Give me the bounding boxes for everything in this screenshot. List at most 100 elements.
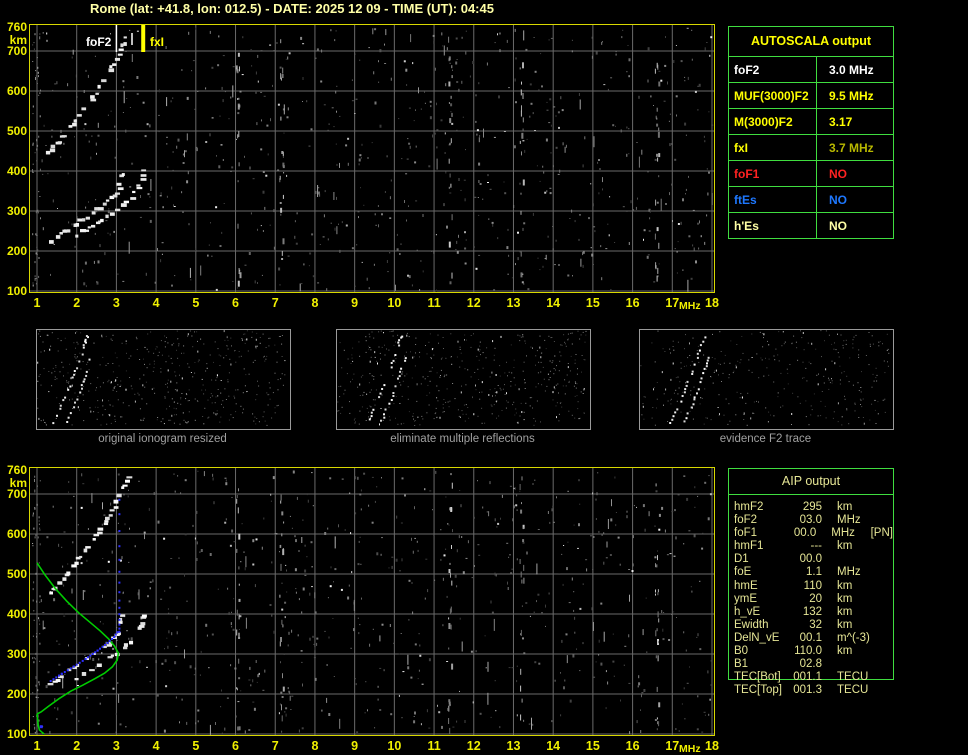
x-axis-tick-14: 14 <box>546 739 561 753</box>
autoscala-param-label: M(3000)F2 <box>729 109 817 134</box>
aip-row-foe: foE 1.1 MHz <box>729 566 893 579</box>
page-title: Rome (lat: +41.8, lon: 012.5) - DATE: 20… <box>90 1 494 16</box>
autoscala-row-hes: h'Es NO <box>729 212 893 238</box>
aip-cell: foE <box>734 566 752 579</box>
x-axis-tick-5: 5 <box>192 739 200 753</box>
aip-row-hve: h_vE 132 km <box>729 606 893 619</box>
x-axis-tick-6: 6 <box>232 739 239 753</box>
y-axis-tick-200: 200 <box>6 244 27 258</box>
aip-cell <box>837 658 877 671</box>
aip-cell: km <box>837 645 853 658</box>
aip-cell: 00.0 <box>799 553 822 566</box>
aip-cell: hmE <box>734 579 758 592</box>
y-axis-unit-km: km <box>9 33 27 47</box>
thumbnail-eliminate-reflections <box>336 329 591 430</box>
aip-cell: DelN_vE <box>734 631 780 644</box>
x-axis-tick-12: 12 <box>466 739 481 753</box>
aip-cell: km <box>837 579 853 592</box>
aip-cell: hmF1 <box>734 540 764 553</box>
aip-cell: km <box>837 592 853 605</box>
thumbnail-caption-eliminate: eliminate multiple reflections <box>390 433 535 445</box>
aip-row-tecbot: TEC[Bot] 001.1 TECU <box>729 671 893 684</box>
y-axis-tick-200: 200 <box>6 687 27 701</box>
aip-row-b1: B1 02.8 <box>729 658 893 671</box>
thumbnail-evidence-canvas <box>640 330 890 426</box>
aip-table-title: AIP output <box>781 474 841 488</box>
x-axis-tick-8: 8 <box>311 296 319 310</box>
x-axis-tick-15: 15 <box>585 739 600 753</box>
x-axis-tick-9: 9 <box>351 739 359 753</box>
autoscala-param-value: NO <box>829 166 847 181</box>
aip-cell: TECU <box>837 671 869 684</box>
x-axis-tick-6: 6 <box>232 296 239 310</box>
aip-cell: 132 <box>802 605 822 618</box>
aip-row-hmf2: hmF2 295 km <box>729 501 893 514</box>
x-axis-tick-2: 2 <box>73 296 81 310</box>
fof2-marker-label: foF2 <box>86 35 112 49</box>
aip-row-hme: hmE 110 km <box>729 580 893 593</box>
x-axis-tick-13: 13 <box>506 296 521 310</box>
x-axis-tick-2: 2 <box>73 739 81 753</box>
autoscala-row-fxi: fxI 3.7 MHz <box>729 134 893 160</box>
autoscala-output-table: AUTOSCALA output foF2 3.0 MHz MUF(3000)F2 9… <box>728 26 894 239</box>
x-axis-tick-9: 9 <box>351 296 359 310</box>
aip-cell: km <box>837 540 853 553</box>
aip-cell: 295 <box>802 501 822 513</box>
bottom-ionogram-canvas <box>30 468 714 735</box>
y-axis-tick-300: 300 <box>6 204 27 218</box>
aip-cell: TEC[Top] <box>734 684 782 697</box>
aip-row-d1: D1 00.0 <box>729 553 893 566</box>
x-axis-tick-16: 16 <box>625 296 640 310</box>
thumbnail-evidence-f2 <box>639 329 894 430</box>
aip-row-yme: ymE 20 km <box>729 593 893 606</box>
autoscala-table-title: AUTOSCALA output <box>750 34 872 48</box>
x-axis-tick-16: 16 <box>625 739 640 753</box>
aip-cell: 03.0 <box>799 514 822 527</box>
aip-row-fof1: foF1 00.0 MHz [PN] <box>729 527 893 540</box>
aip-row-delnve: DelN_vE 00.1 m^(-3) <box>729 632 893 645</box>
y-axis-tick-500: 500 <box>6 567 27 581</box>
aip-cell: MHz <box>831 527 855 540</box>
aip-row-b0: B0 110.0 km <box>729 645 893 658</box>
aip-cell: 20 <box>809 592 822 605</box>
x-axis-tick-18: 18 <box>705 739 719 753</box>
x-axis-tick-1: 1 <box>33 739 41 753</box>
aip-cell: foF1 <box>734 527 758 540</box>
y-axis-tick-760: 760 <box>6 463 27 477</box>
y-axis-tick-400: 400 <box>6 164 27 178</box>
y-axis-unit-km: km <box>9 476 27 490</box>
x-axis-tick-1: 1 <box>33 296 41 310</box>
aip-table-rows: hmF2 295 km foF2 03.0 MHz foF1 00.0 MHz [PN] hmF1 -… <box>729 501 893 697</box>
aip-row-ewidth: Ewidth 32 km <box>729 619 893 632</box>
aip-cell: 02.8 <box>799 658 822 671</box>
aip-cell: 110.0 <box>794 645 822 658</box>
x-axis-unit-mhz: MHz <box>679 300 701 312</box>
y-axis-tick-400: 400 <box>6 607 27 621</box>
thumbnail-original-ionogram <box>36 329 291 430</box>
autoscala-param-value: 9.5 MHz <box>829 88 874 103</box>
aip-cell: 001.1 <box>793 671 822 684</box>
thumbnail-caption-original: original ionogram resized <box>98 433 227 445</box>
autoscala-app-window: Rome (lat: +41.8, lon: 012.5) - DATE: 20… <box>0 0 968 755</box>
autoscala-row-fof2: foF2 3.0 MHz <box>729 56 893 82</box>
fxi-marker-label: fxI <box>150 35 165 49</box>
aip-row-hmf1: hmF1 --- km <box>729 540 893 553</box>
aip-cell <box>837 553 877 566</box>
autoscala-param-value: NO <box>829 218 847 233</box>
x-axis-tick-4: 4 <box>152 739 160 753</box>
x-axis-tick-3: 3 <box>112 296 120 310</box>
aip-cell: MHz <box>837 566 861 579</box>
aip-cell: --- <box>810 540 823 553</box>
aip-cell: TEC[Bot] <box>734 671 781 684</box>
autoscala-param-value: 3.7 MHz <box>829 140 874 155</box>
autoscala-param-label: MUF(3000)F2 <box>729 83 817 108</box>
aip-cell: TECU <box>837 684 869 697</box>
x-axis-tick-8: 8 <box>311 739 319 753</box>
autoscala-param-value: 3.0 MHz <box>829 62 874 77</box>
autoscala-param-label: fxI <box>729 135 817 160</box>
aip-cell: 32 <box>809 618 822 631</box>
autoscala-param-label: foF1 <box>729 161 817 186</box>
thumbnail-caption-evidence: evidence F2 trace <box>719 433 812 445</box>
aip-cell: km <box>837 605 853 618</box>
aip-cell: B0 <box>734 645 749 658</box>
